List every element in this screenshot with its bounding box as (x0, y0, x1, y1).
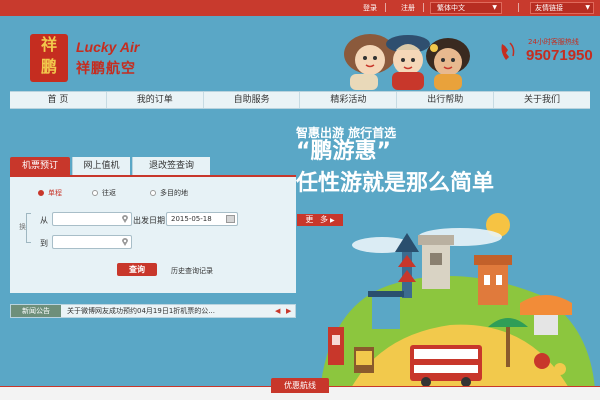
brand-name-en: Lucky Air (76, 39, 140, 55)
divider (518, 3, 519, 12)
language-select[interactable]: 繁体中文 ▼ (430, 2, 502, 14)
logo-glyph: 祥 (40, 35, 57, 54)
trip-type-multi-city[interactable]: 多目的地 (150, 188, 188, 198)
chevron-down-icon: ▼ (585, 4, 590, 11)
nav-item-my-orders[interactable]: 我的订单 (107, 92, 204, 108)
phone-icon (501, 42, 515, 60)
nav-item-home[interactable]: 首 页 (10, 92, 107, 108)
travel-scene-illustration (320, 213, 595, 390)
trip-type-label: 单程 (48, 189, 62, 197)
trip-type-label: 往返 (102, 189, 116, 197)
swap-bracket (26, 213, 31, 243)
departure-date-value: 2015-05-18 (171, 215, 212, 223)
trip-type-one-way[interactable]: 单程 (38, 188, 62, 198)
divider (423, 3, 424, 12)
nav-item-activities[interactable]: 精彩活动 (300, 92, 398, 108)
trip-type-label: 多目的地 (160, 189, 188, 197)
nav-item-self-service[interactable]: 自助服务 (204, 92, 301, 108)
search-flights-button[interactable]: 查询 (117, 263, 157, 276)
from-label: 从 (40, 216, 48, 225)
radio-icon (92, 190, 98, 196)
to-label: 到 (40, 239, 48, 248)
tab-refund-change-query[interactable]: 退改签查询 (132, 157, 210, 175)
departure-date-label: 出发日期 (133, 216, 165, 225)
location-pin-icon (122, 238, 128, 246)
login-link[interactable]: 登录 (363, 3, 377, 13)
flight-booking-panel: 单程 往返 多目的地 换 从 出发日期 2015-05-18 到 查询 历史查询… (10, 175, 296, 293)
logo-glyph: 鹏 (40, 57, 57, 76)
language-select-value: 繁体中文 (437, 4, 465, 12)
divider (385, 3, 386, 12)
calendar-icon[interactable] (226, 215, 235, 223)
customer-hotline: 24小时客服热线 95071950 (500, 34, 593, 74)
site-header: 祥鹏 Lucky Air 祥鹏航空 24小时客服热线 95071950 (10, 24, 593, 90)
mascot-characters-illustration (344, 34, 470, 90)
departure-date-input[interactable]: 2015-05-18 (166, 212, 238, 226)
friend-links-select[interactable]: 友情链接 ▼ (530, 2, 594, 14)
brand-name-cn: 祥鹏航空 (76, 61, 136, 77)
chevron-down-icon: ▼ (492, 4, 497, 11)
news-headline-link[interactable]: 关于微博网友成功预约04月19日1折机票的公... (67, 305, 267, 317)
news-label: 新闻公告 (11, 305, 61, 317)
promo-title: “鹏游惠” (296, 139, 391, 164)
trip-type-round-trip[interactable]: 往返 (92, 188, 116, 198)
from-city-input[interactable] (52, 212, 132, 226)
chevron-left-icon[interactable]: ◀ (275, 305, 280, 317)
register-link[interactable]: 注册 (401, 3, 415, 13)
lucky-air-logo[interactable]: 祥鹏 (30, 34, 68, 82)
radio-selected-icon (38, 190, 44, 196)
friend-links-value: 友情链接 (535, 4, 563, 12)
nav-item-about-us[interactable]: 关于我们 (494, 92, 590, 108)
search-history-link[interactable]: 历史查询记录 (171, 266, 213, 276)
radio-icon (150, 190, 156, 196)
to-city-input[interactable] (52, 235, 132, 249)
tab-featured-routes[interactable]: 优惠航线 (271, 378, 329, 393)
main-nav: 首 页 我的订单 自助服务 精彩活动 出行帮助 关于我们 (10, 91, 590, 109)
news-announcement-bar: 新闻公告 关于微博网友成功预约04月19日1折机票的公... ◀ ▶ (10, 304, 296, 318)
tab-flight-booking[interactable]: 机票预订 (10, 157, 70, 175)
booking-tabs: 机票预订 网上值机 退改签查询 (10, 157, 210, 175)
top-utility-bar: 登录 注册 繁体中文 ▼ 友情链接 ▼ (0, 0, 600, 16)
tab-online-checkin[interactable]: 网上值机 (72, 157, 130, 175)
location-pin-icon (122, 215, 128, 223)
hotline-number[interactable]: 95071950 (526, 47, 593, 64)
nav-item-travel-help[interactable]: 出行帮助 (397, 92, 495, 108)
chevron-right-icon[interactable]: ▶ (286, 305, 291, 317)
hotline-label: 24小时客服热线 (528, 38, 579, 46)
